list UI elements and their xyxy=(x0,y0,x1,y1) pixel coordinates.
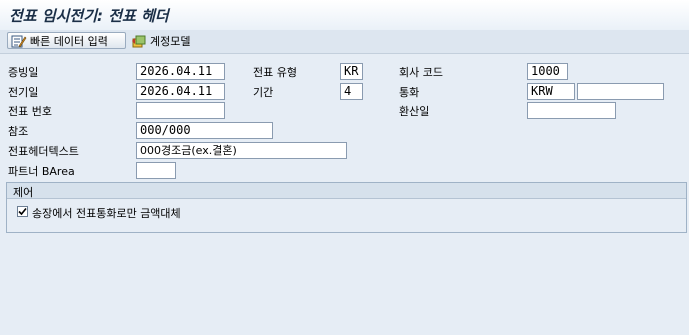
exchange-rate-field[interactable] xyxy=(577,83,664,100)
partner-barea-field[interactable] xyxy=(136,162,176,179)
amount-transfer-checkbox[interactable] xyxy=(17,206,28,217)
quick-data-entry-label: 빠른 데이터 입력 xyxy=(30,34,108,48)
doc-type-field[interactable]: KR xyxy=(340,63,363,80)
currency-field[interactable]: KRW xyxy=(527,83,575,100)
currency-label: 통화 xyxy=(399,86,420,99)
edit-form-icon xyxy=(11,34,27,48)
posting-date-label: 전기일 xyxy=(8,86,39,99)
header-text-field[interactable]: 000경조금(ex.결혼) xyxy=(136,142,347,159)
reference-label: 참조 xyxy=(8,125,29,138)
doc-type-label: 전표 유형 xyxy=(253,66,297,79)
period-label: 기간 xyxy=(253,86,274,99)
checkmark-icon xyxy=(18,207,27,216)
header-text-label: 전표헤더텍스트 xyxy=(8,145,79,158)
title-bar: 전표 임시전기: 전표 헤더 xyxy=(0,0,689,31)
reference-field[interactable]: 000/000 xyxy=(136,122,273,139)
partner-barea-label: 파트너 BArea xyxy=(8,165,75,178)
control-group: 제어 송장에서 전표통화로만 금액대체 xyxy=(6,182,687,233)
account-model-icon xyxy=(131,34,147,48)
doc-number-label: 전표 번호 xyxy=(8,105,52,118)
account-model-button[interactable]: 계정모델 xyxy=(131,32,190,49)
quick-data-entry-button[interactable]: 빠른 데이터 입력 xyxy=(7,32,126,49)
window-title: 전표 임시전기: 전표 헤더 xyxy=(9,7,169,25)
doc-number-field[interactable] xyxy=(136,102,225,119)
amount-transfer-checkbox-label: 송장에서 전표통화로만 금액대체 xyxy=(32,207,181,220)
doc-date-label: 증빙일 xyxy=(8,66,39,79)
doc-date-field[interactable]: 2026.04.11 xyxy=(136,63,225,80)
control-group-title: 제어 xyxy=(13,186,34,199)
posting-date-field[interactable]: 2026.04.11 xyxy=(136,83,225,100)
period-field[interactable]: 4 xyxy=(340,83,363,100)
translation-date-field[interactable] xyxy=(527,102,616,119)
company-code-label: 회사 코드 xyxy=(399,66,443,79)
application-toolbar: 빠른 데이터 입력 계정모델 xyxy=(0,30,689,54)
company-code-field[interactable]: 1000 xyxy=(527,63,568,80)
account-model-label: 계정모델 xyxy=(150,34,191,48)
control-group-header: 제어 xyxy=(7,183,686,199)
translation-date-label: 환산일 xyxy=(399,105,430,118)
